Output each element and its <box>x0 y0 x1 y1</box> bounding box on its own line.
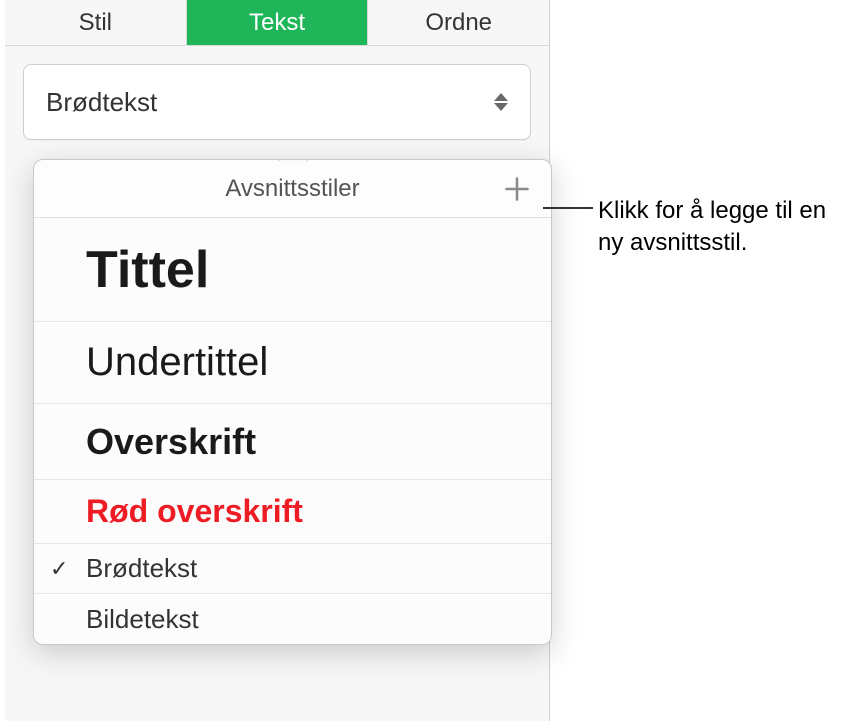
style-label: Rød overskrift <box>86 493 303 530</box>
style-item-tittel[interactable]: Tittel <box>34 218 551 322</box>
format-panel: Stil Tekst Ordne Brødtekst Avsnittsstile… <box>5 0 550 721</box>
style-label: Bildetekst <box>86 604 199 635</box>
style-label: Overskrift <box>86 421 256 463</box>
style-item-bildetekst[interactable]: Bildetekst <box>34 594 551 644</box>
callout-text: Klikk for å legge til en ny avsnittsstil… <box>598 195 848 260</box>
popover-title: Avsnittsstiler <box>225 175 359 203</box>
paragraph-style-dropdown[interactable]: Brødtekst <box>23 64 531 140</box>
tab-tekst[interactable]: Tekst <box>187 0 369 45</box>
style-label: Brødtekst <box>86 553 197 584</box>
paragraph-style-list: Tittel Undertittel Overskrift Rød oversk… <box>34 218 551 644</box>
paragraph-styles-popover: Avsnittsstiler Tittel Undertittel Oversk… <box>33 159 552 645</box>
format-tabs: Stil Tekst Ordne <box>5 0 549 46</box>
paragraph-style-selected-label: Brødtekst <box>46 87 157 118</box>
style-item-overskrift[interactable]: Overskrift <box>34 404 551 480</box>
tab-stil[interactable]: Stil <box>5 0 187 45</box>
paragraph-style-dropdown-container: Brødtekst <box>5 46 549 140</box>
style-label: Undertittel <box>86 340 268 385</box>
style-label: Tittel <box>86 240 209 300</box>
checkmark-icon: ✓ <box>50 556 68 582</box>
updown-chevron-icon <box>494 93 508 111</box>
style-item-rod-overskrift[interactable]: Rød overskrift <box>34 480 551 544</box>
tab-ordne[interactable]: Ordne <box>368 0 549 45</box>
style-item-brodtekst[interactable]: ✓ Brødtekst <box>34 544 551 594</box>
popover-header: Avsnittsstiler <box>34 160 551 218</box>
callout-leader-line <box>543 207 593 209</box>
plus-icon <box>503 175 531 203</box>
add-style-button[interactable] <box>501 173 533 205</box>
style-item-undertittel[interactable]: Undertittel <box>34 322 551 404</box>
